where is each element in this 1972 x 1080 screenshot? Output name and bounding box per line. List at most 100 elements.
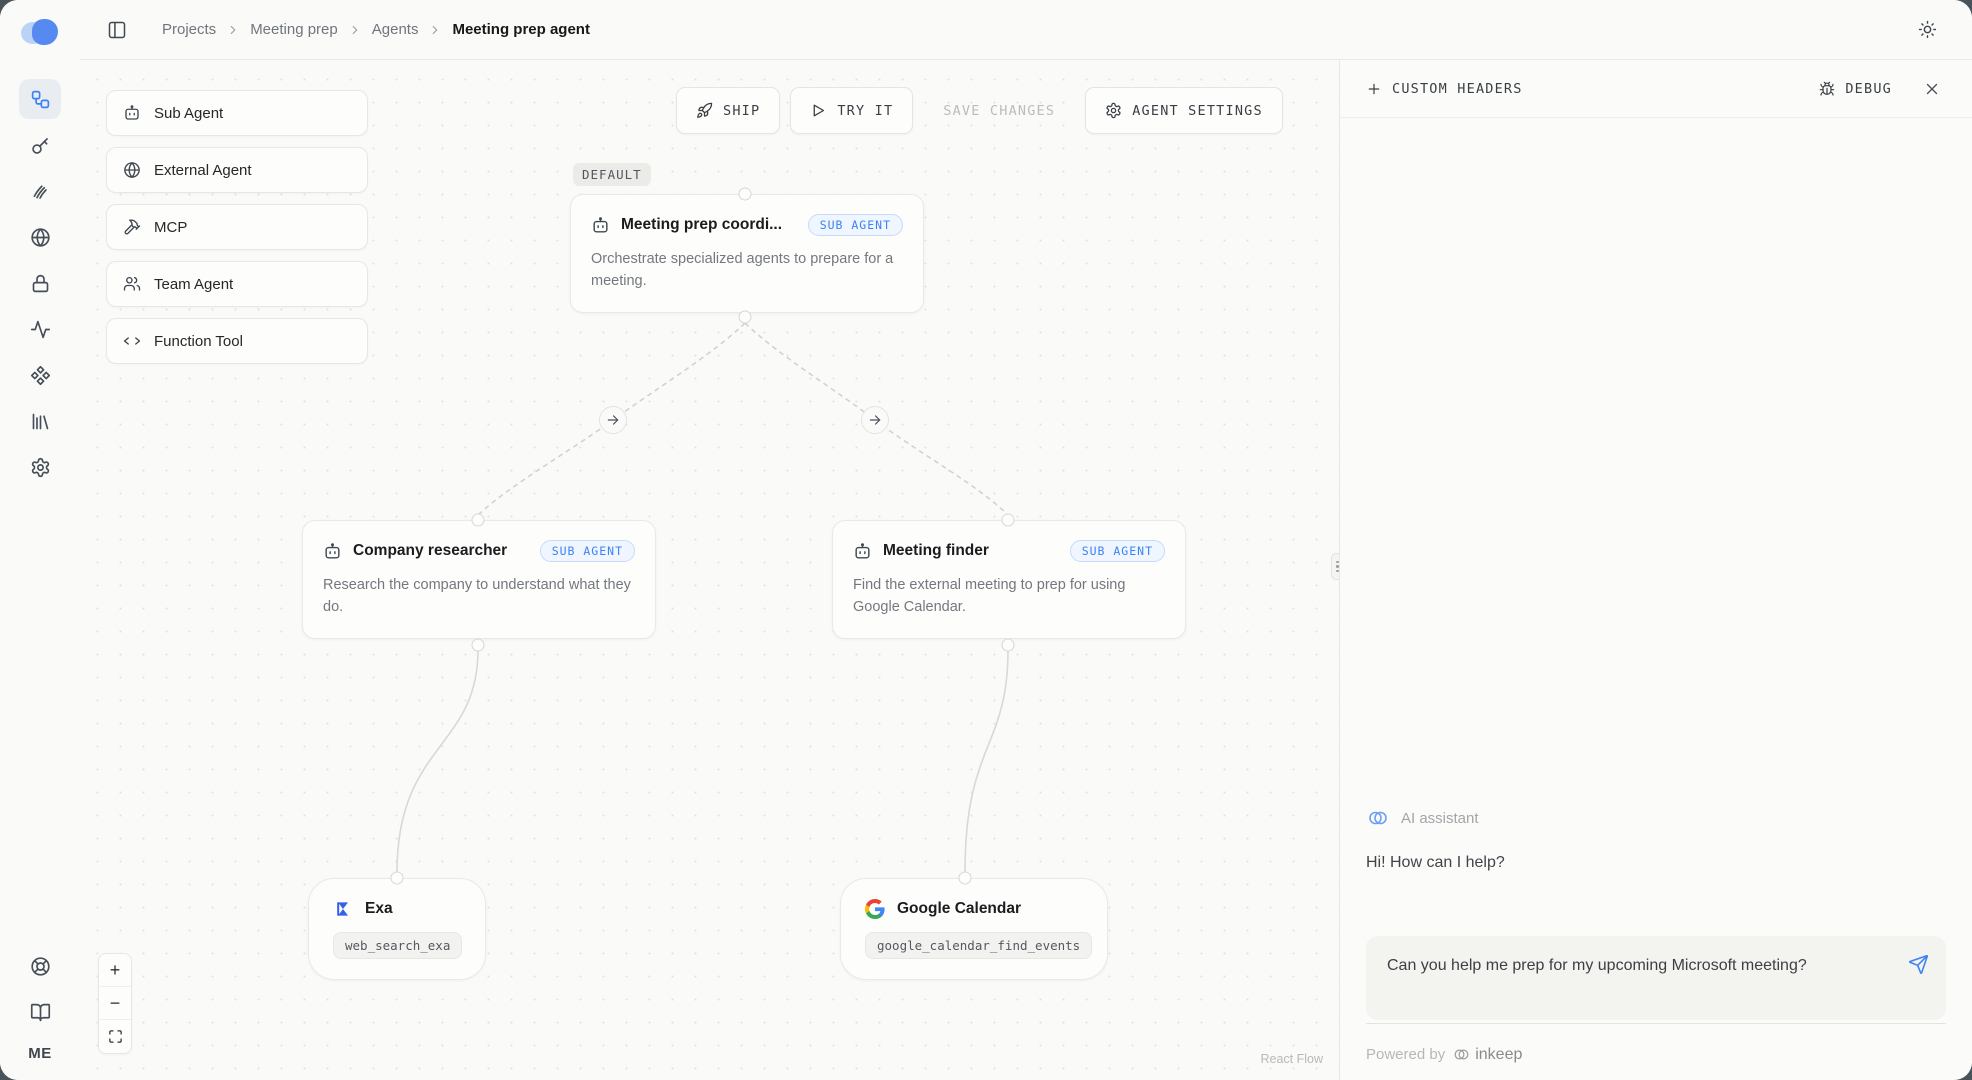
chat-area: AI assistant Hi! How can I help? Can you… bbox=[1366, 806, 1946, 1064]
sun-icon bbox=[1918, 20, 1937, 39]
nav-docs[interactable] bbox=[19, 992, 61, 1032]
code-icon bbox=[123, 332, 141, 350]
nav-settings[interactable] bbox=[19, 447, 61, 487]
nav-graph[interactable] bbox=[19, 79, 61, 119]
nav-library[interactable] bbox=[19, 401, 61, 441]
react-flow-attribution[interactable]: React Flow bbox=[1260, 1052, 1323, 1066]
assistant-identity: AI assistant bbox=[1366, 806, 1946, 830]
custom-headers-button[interactable]: CUSTOM HEADERS bbox=[1366, 81, 1523, 97]
node-meeting-prep-coordinator[interactable]: Meeting prep coordi... SUB AGENT Orchest… bbox=[570, 194, 924, 313]
try-it-button[interactable]: TRY IT bbox=[790, 87, 913, 134]
edge-arrow-marker bbox=[599, 406, 627, 434]
bug-icon bbox=[1819, 81, 1835, 97]
sub-agent-badge: SUB AGENT bbox=[1070, 540, 1165, 562]
palette-item-label: External Agent bbox=[154, 162, 252, 179]
connection-handle[interactable] bbox=[739, 311, 752, 324]
node-description: Research the company to understand what … bbox=[323, 575, 635, 619]
key-icon bbox=[30, 135, 51, 156]
theme-toggle-button[interactable] bbox=[1910, 13, 1944, 47]
activity-icon bbox=[30, 319, 51, 340]
connection-handle[interactable] bbox=[739, 188, 752, 201]
scribble-icon bbox=[30, 181, 51, 202]
nav-help[interactable] bbox=[19, 946, 61, 986]
palette-item-label: Sub Agent bbox=[154, 105, 223, 122]
powered-by-link[interactable]: Powered by inkeep bbox=[1366, 1045, 1946, 1064]
debug-button[interactable]: DEBUG bbox=[1819, 81, 1892, 97]
palette-item-team-agent[interactable]: Team Agent bbox=[106, 261, 368, 307]
breadcrumb-projects[interactable]: Projects bbox=[162, 21, 216, 38]
exa-logo-icon bbox=[333, 899, 353, 919]
breadcrumb-project-name[interactable]: Meeting prep bbox=[250, 21, 338, 38]
graph-canvas[interactable]: Sub Agent External Agent MCP Team Agent bbox=[80, 60, 1340, 1080]
send-button[interactable] bbox=[1905, 951, 1931, 977]
top-bar: Projects Meeting prep Agents Meeting pre… bbox=[80, 0, 1972, 60]
palette-item-external-agent[interactable]: External Agent bbox=[106, 147, 368, 193]
chat-input[interactable]: Can you help me prep for my upcoming Mic… bbox=[1366, 936, 1946, 1020]
chevron-right-icon bbox=[348, 23, 362, 37]
ship-button[interactable]: SHIP bbox=[676, 87, 780, 134]
book-open-icon bbox=[30, 1002, 51, 1023]
close-icon bbox=[1923, 80, 1941, 98]
zoom-out-button[interactable]: − bbox=[99, 987, 131, 1020]
nav-traces[interactable] bbox=[19, 309, 61, 349]
connection-handle[interactable] bbox=[472, 514, 485, 527]
nav-mcp-servers[interactable] bbox=[19, 171, 61, 211]
assistant-panel: CUSTOM HEADERS DEBUG bbox=[1340, 60, 1972, 1080]
node-title: Meeting prep coordi... bbox=[621, 216, 782, 234]
app-window: ME Projects Meeting prep Agents Meeting … bbox=[0, 0, 1972, 1080]
zoom-in-button[interactable]: + bbox=[99, 954, 131, 987]
fit-view-button[interactable] bbox=[99, 1020, 131, 1053]
connection-handle[interactable] bbox=[1002, 639, 1015, 652]
connection-handle[interactable] bbox=[1002, 514, 1015, 527]
assistant-name: AI assistant bbox=[1401, 810, 1479, 827]
tool-id-tag: google_calendar_find_events bbox=[865, 932, 1092, 959]
components-icon bbox=[30, 365, 51, 386]
rocket-icon bbox=[696, 102, 713, 119]
library-icon bbox=[30, 411, 51, 432]
tool-title: Exa bbox=[365, 900, 393, 918]
users-icon bbox=[123, 275, 141, 293]
panel-resize-grip[interactable] bbox=[1331, 553, 1340, 580]
inkeep-logo-icon bbox=[1452, 1045, 1471, 1064]
nav-credentials[interactable] bbox=[19, 263, 61, 303]
node-company-researcher[interactable]: Company researcher SUB AGENT Research th… bbox=[302, 520, 656, 639]
save-changes-button[interactable]: SAVE CHANGES bbox=[923, 87, 1075, 134]
palette-item-function-tool[interactable]: Function Tool bbox=[106, 318, 368, 364]
gear-icon bbox=[30, 457, 51, 478]
canvas-toolbar: SHIP TRY IT SAVE CHANGES AGENT SETTINGS bbox=[676, 87, 1283, 134]
node-google-calendar-tool[interactable]: Google Calendar google_calendar_find_eve… bbox=[840, 878, 1108, 980]
connection-handle[interactable] bbox=[391, 872, 404, 885]
maximize-icon bbox=[108, 1029, 123, 1044]
node-exa-tool[interactable]: Exa web_search_exa bbox=[308, 878, 486, 980]
edge-researcher-exa bbox=[397, 650, 478, 872]
connection-handle[interactable] bbox=[472, 639, 485, 652]
sidebar-toggle-button[interactable] bbox=[100, 13, 134, 47]
node-meeting-finder[interactable]: Meeting finder SUB AGENT Find the extern… bbox=[832, 520, 1186, 639]
powered-by-label: Powered by bbox=[1366, 1046, 1445, 1063]
palette-item-label: Team Agent bbox=[154, 276, 233, 293]
lock-icon bbox=[30, 273, 51, 294]
chat-input-container: Can you help me prep for my upcoming Mic… bbox=[1366, 936, 1946, 1020]
connection-handle[interactable] bbox=[959, 872, 972, 885]
nav-components[interactable] bbox=[19, 355, 61, 395]
debug-label: DEBUG bbox=[1845, 81, 1892, 97]
breadcrumb: Projects Meeting prep Agents Meeting pre… bbox=[162, 21, 590, 38]
nav-api-keys[interactable] bbox=[19, 125, 61, 165]
palette-item-sub-agent[interactable]: Sub Agent bbox=[106, 90, 368, 136]
brand-name: inkeep bbox=[1475, 1046, 1522, 1064]
sub-agent-badge: SUB AGENT bbox=[808, 214, 903, 236]
nav-external-agents[interactable] bbox=[19, 217, 61, 257]
agent-settings-button[interactable]: AGENT SETTINGS bbox=[1085, 87, 1283, 134]
try-it-button-label: TRY IT bbox=[837, 103, 893, 119]
node-title: Company researcher bbox=[353, 542, 507, 560]
close-panel-button[interactable] bbox=[1918, 75, 1946, 103]
plus-icon bbox=[1366, 81, 1382, 97]
inkeep-logo[interactable] bbox=[19, 16, 61, 50]
chevron-right-icon bbox=[428, 23, 442, 37]
breadcrumb-agents[interactable]: Agents bbox=[372, 21, 419, 38]
node-description: Orchestrate specialized agents to prepar… bbox=[591, 249, 903, 293]
palette-item-mcp[interactable]: MCP bbox=[106, 204, 368, 250]
workflow-icon bbox=[30, 89, 51, 110]
bot-icon bbox=[591, 216, 610, 235]
user-avatar[interactable]: ME bbox=[28, 1045, 52, 1062]
